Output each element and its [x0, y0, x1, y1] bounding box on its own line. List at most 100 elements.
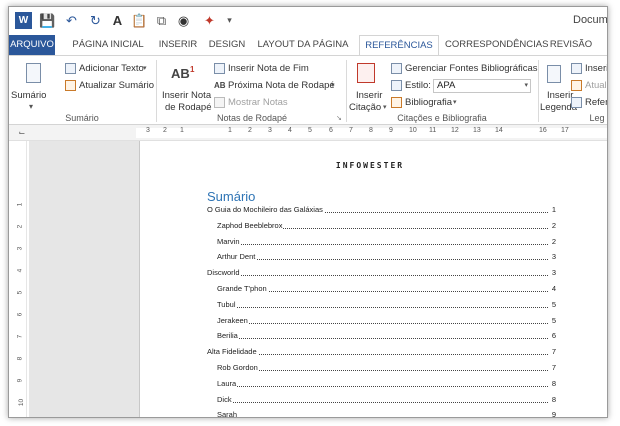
toc-leader-dots — [217, 306, 548, 308]
undo-icon[interactable]: ↶ — [63, 12, 80, 29]
tab-layout-da-pagina[interactable]: LAYOUT DA PÁGINA — [255, 35, 351, 55]
add-text-icon — [65, 63, 76, 74]
toc-entry[interactable]: Berilia 6 — [217, 331, 556, 342]
find-icon[interactable]: ◉ — [175, 12, 192, 29]
footnote-superscript-icon: 1 — [190, 65, 195, 74]
quick-access-toolbar: W 💾 ↶ ↻ A 📋 ⧉ ◉ ✦ ▾ Docume — [9, 7, 607, 35]
toc-leader-dots — [217, 385, 548, 387]
copy-icon[interactable]: ⧉ — [153, 12, 170, 29]
toc-entry-title: Marvin — [217, 236, 241, 247]
toc-entry[interactable]: Sarah 9 — [217, 410, 556, 417]
toc-entry[interactable]: Jerakeen 5 — [217, 315, 556, 326]
chevron-down-icon[interactable]: ▾ — [524, 80, 528, 92]
table-of-contents-icon[interactable] — [26, 63, 41, 83]
toc-entry[interactable]: Marvin 2 — [217, 236, 556, 247]
redo-icon[interactable]: ↻ — [87, 12, 104, 29]
insert-endnote-button[interactable]: Inserir Nota de Fim — [228, 63, 309, 75]
bibliography-icon — [391, 97, 402, 108]
toc-leader-dots — [217, 401, 548, 403]
show-notes-button[interactable]: Mostrar Notas — [228, 97, 288, 109]
toc-entry[interactable]: Arthur Dent 3 — [217, 252, 556, 263]
customize-qat-icon[interactable]: ▾ — [221, 12, 238, 29]
ruler-number: 7 — [349, 127, 353, 134]
horizontal-ruler[interactable]: 3 2 1 1 2 3 4 5 6 7 8 9 10 11 12 13 14 16 17 — [9, 125, 607, 141]
ruler-number: 8 — [369, 127, 373, 134]
toc-entry[interactable]: Discworld 3 — [207, 268, 556, 279]
format-painter-icon[interactable]: ✦ — [201, 12, 218, 29]
ruler-number: 16 — [539, 127, 547, 134]
vertical-ruler-number: 3 — [16, 246, 24, 251]
ruler-number: 17 — [561, 127, 569, 134]
group-label-sumario: Sumário — [65, 113, 99, 123]
insert-footnote-button[interactable]: Inserir Nota — [162, 90, 211, 102]
add-text-dropdown-icon[interactable]: ▾ — [143, 63, 147, 75]
tab-design[interactable]: DESIGN — [207, 35, 247, 55]
insert-caption-button[interactable]: Inserir — [547, 90, 573, 102]
citation-style-select[interactable]: APA ▾ — [433, 79, 531, 93]
insert-citation-button[interactable]: Inserir — [356, 90, 382, 102]
toc-entry-title: Jerakeen — [217, 315, 249, 326]
vertical-ruler-number: 7 — [16, 334, 24, 339]
toc-leader-dots — [217, 243, 548, 245]
toc-entry[interactable]: Dick 8 — [217, 394, 556, 405]
next-footnote-dropdown-icon[interactable]: ▾ — [331, 80, 335, 92]
toc-entry-title: Rob Gordon — [217, 363, 259, 373]
cross-reference-button[interactable]: Refer — [585, 97, 607, 109]
tab-pagina-inicial[interactable]: PÁGINA INICIAL — [69, 35, 147, 55]
manage-sources-button[interactable]: Gerenciar Fontes Bibliográficas — [405, 63, 538, 75]
bibliography-dropdown-icon[interactable]: ▾ — [453, 97, 457, 109]
toc-entry[interactable]: Tubul 5 — [217, 299, 556, 310]
ruler-number: 1 — [180, 127, 184, 134]
document-page[interactable]: INFOWESTER Sumário O Guia do Mochileiro … — [139, 141, 607, 417]
font-size-icon[interactable]: A — [109, 12, 126, 29]
style-label: Estilo: — [405, 80, 431, 91]
toc-entry-page: 7 — [550, 363, 556, 373]
toc-entry[interactable]: Alta Fidelidade 7 — [207, 347, 556, 358]
toc-entry[interactable]: Rob Gordon 7 — [217, 363, 556, 373]
save-icon[interactable]: 💾 — [39, 12, 56, 29]
ruler-number: 9 — [389, 127, 393, 134]
ruler-number: 6 — [329, 127, 333, 134]
tab-referencias[interactable]: REFERÊNCIAS — [359, 35, 439, 56]
next-footnote-button[interactable]: Próxima Nota de Rodapé — [228, 80, 335, 92]
toc-entry[interactable]: O Guia do Mochileiro das Galáxias 1 — [207, 205, 556, 215]
toc-leader-dots — [207, 354, 548, 356]
dialog-launcher-icon[interactable]: ↘ — [336, 113, 342, 125]
insert-table-of-figures-icon — [571, 63, 582, 74]
tab-arquivo[interactable]: ARQUIVO — [9, 35, 55, 55]
update-toc-button[interactable]: Atualizar Sumário — [79, 80, 154, 92]
toc-entry[interactable]: Zaphod Beeblebrox 2 — [217, 220, 556, 231]
ruler-number: 12 — [451, 127, 459, 134]
tab-revisao[interactable]: REVISÃO — [549, 35, 593, 55]
toc-entry[interactable]: Laura 8 — [217, 378, 556, 389]
bibliography-button[interactable]: Bibliografia — [405, 97, 452, 109]
tab-correspondencias[interactable]: CORRESPONDÊNCIAS — [445, 35, 548, 55]
insert-caption-icon[interactable] — [547, 65, 561, 83]
paste-icon[interactable]: 📋 — [131, 12, 148, 29]
insert-table-of-figures-button[interactable]: Inseri — [585, 63, 607, 75]
toc-entry-title: Discworld — [207, 268, 241, 279]
vertical-ruler-number: 8 — [16, 356, 24, 361]
update-table-button[interactable]: Atual — [585, 80, 607, 92]
footnote-icon[interactable]: AB — [171, 67, 190, 80]
manage-sources-icon — [391, 63, 402, 74]
show-notes-icon — [214, 97, 225, 108]
vertical-ruler-number: 2 — [16, 224, 24, 229]
vertical-ruler-number: 5 — [16, 290, 24, 295]
toc-entry[interactable]: Grande T'phon 4 — [217, 284, 556, 294]
chevron-down-icon[interactable]: ▾ — [29, 101, 33, 113]
vertical-ruler-number: 10 — [18, 398, 26, 407]
add-text-button[interactable]: Adicionar Texto — [79, 63, 144, 75]
toc-entry-page: 5 — [550, 315, 556, 326]
vertical-ruler-number: 6 — [16, 312, 24, 317]
toc-leader-dots — [207, 275, 548, 277]
insert-citation-icon[interactable] — [357, 63, 375, 83]
tab-inserir[interactable]: INSERIR — [155, 35, 201, 55]
tab-selector-icon[interactable]: ⌙ — [17, 128, 27, 138]
ruler-number: 14 — [495, 127, 503, 134]
word-logo-icon[interactable]: W — [15, 12, 32, 29]
ruler-number: 2 — [163, 127, 167, 134]
vertical-ruler[interactable]: 1 2 3 4 5 6 7 8 9 10 — [16, 141, 27, 417]
toc-entry-title: O Guia do Mochileiro das Galáxias — [207, 205, 324, 215]
toc-entry-title: Laura — [217, 378, 238, 389]
